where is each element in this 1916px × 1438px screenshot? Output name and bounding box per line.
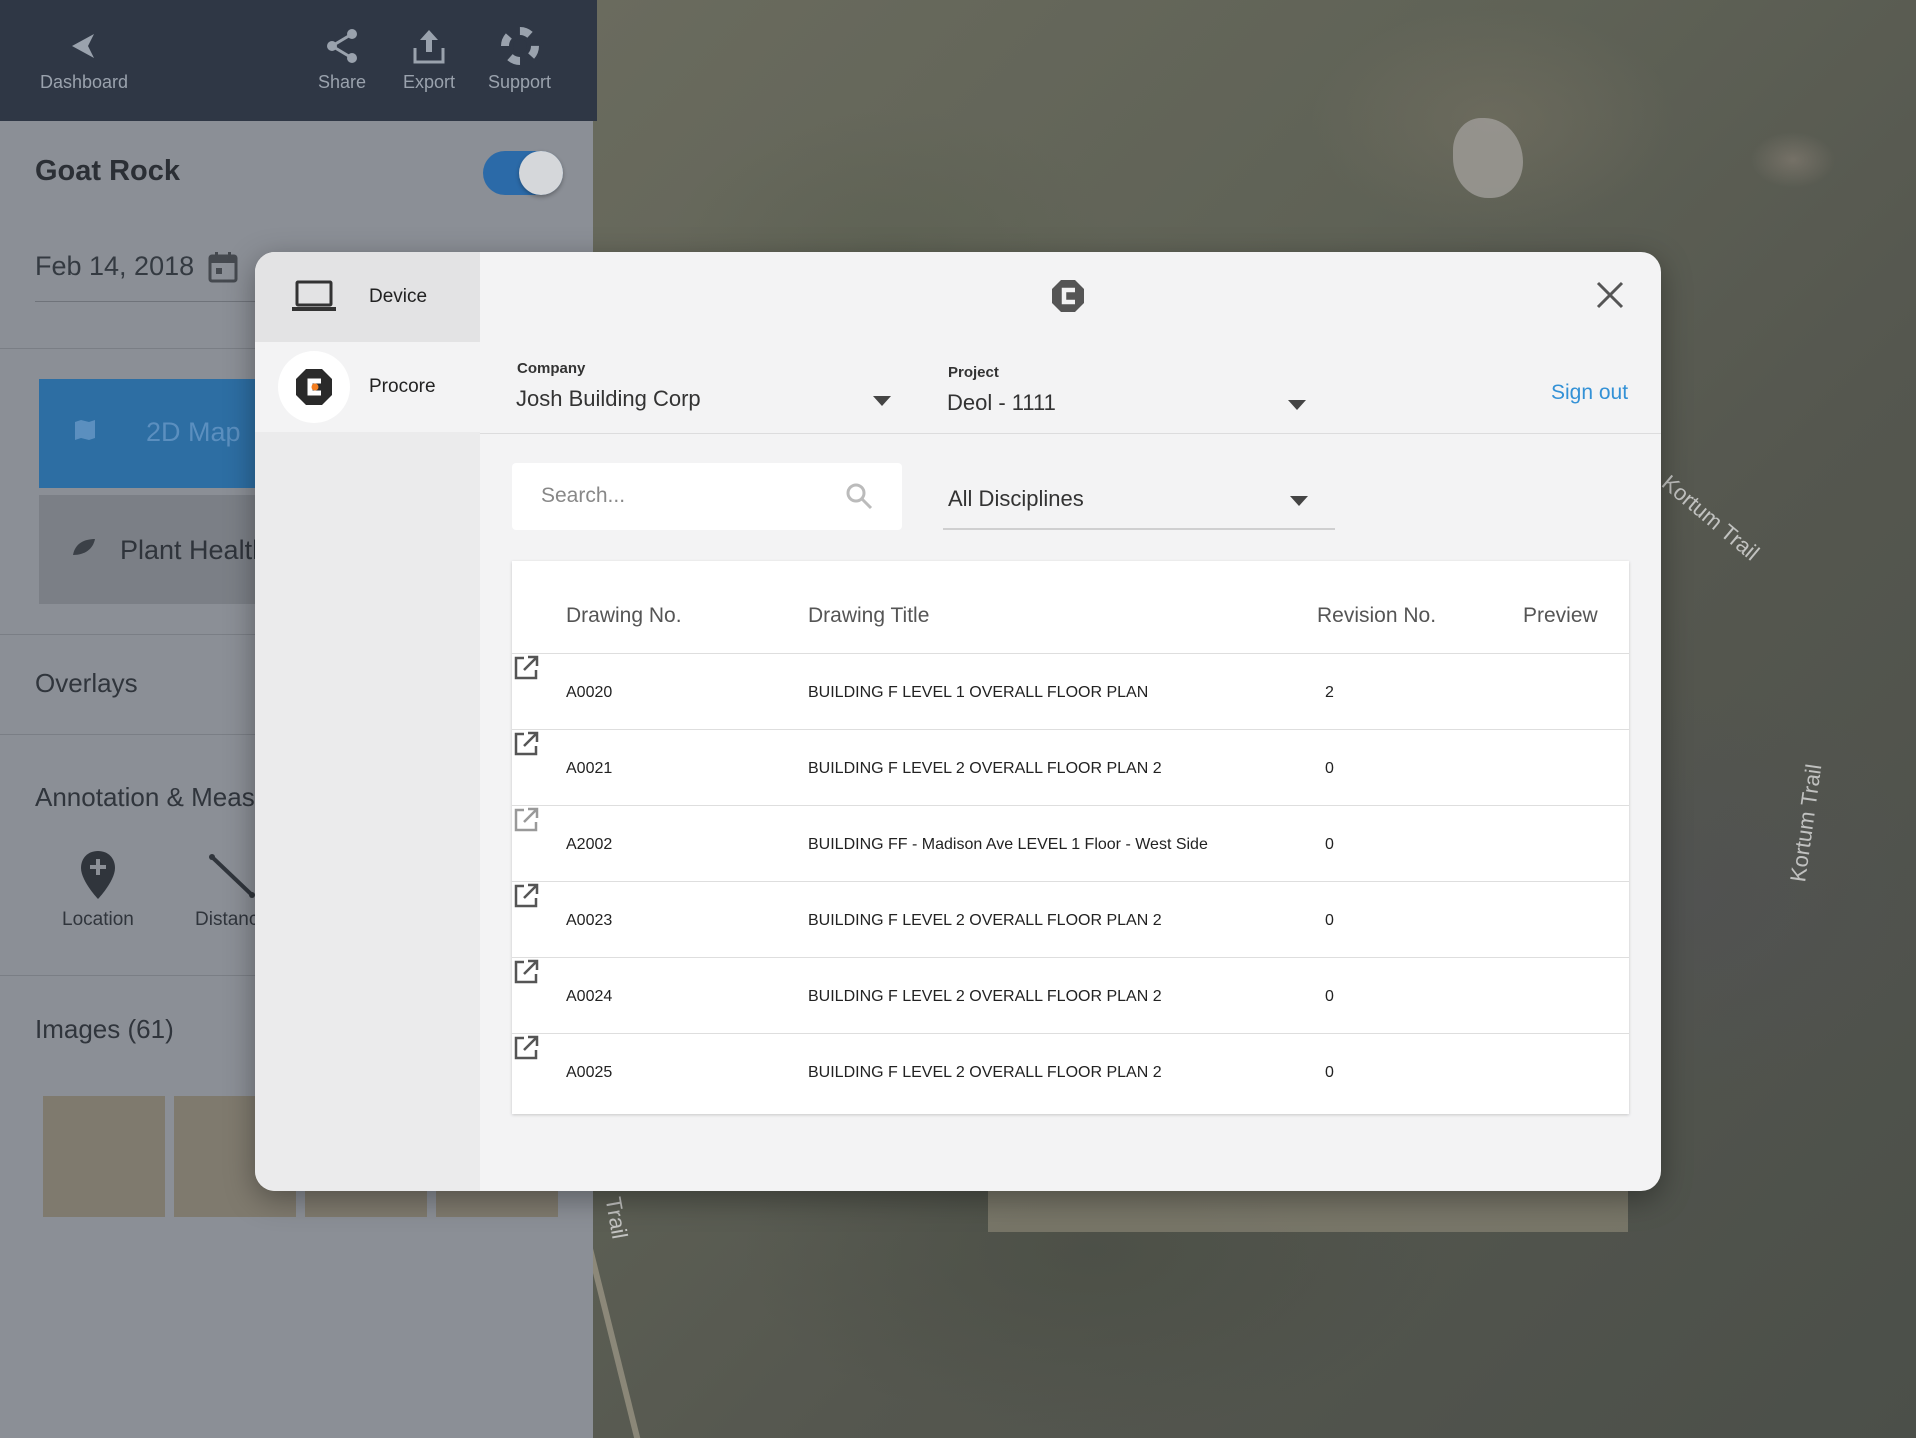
share-label: Share: [318, 72, 367, 92]
drawing-number: A0020: [566, 684, 613, 701]
drawing-title: BUILDING F LEVEL 1 OVERALL FLOOR PLAN: [808, 684, 1149, 701]
drawing-number: A2002: [566, 836, 613, 853]
location-tool-button[interactable]: Location: [62, 849, 134, 931]
revision-number: 0: [1325, 1064, 1334, 1081]
procore-logo-icon: [1052, 280, 1084, 312]
capture-date[interactable]: Feb 14, 2018: [35, 251, 194, 282]
tool-label: Location: [62, 909, 134, 930]
column-header-drawing-title[interactable]: Drawing Title: [808, 604, 929, 628]
drawing-title: BUILDING F LEVEL 2 OVERALL FLOOR PLAN 2: [808, 760, 1162, 777]
drawing-title: BUILDING F LEVEL 2 OVERALL FLOOR PLAN 2: [808, 988, 1162, 1005]
source-procore-tab[interactable]: Procore: [255, 342, 480, 432]
location-pin-icon: [80, 851, 115, 899]
column-header-preview: Preview: [1523, 604, 1598, 627]
table-row[interactable]: A0023 BUILDING F LEVEL 2 OVERALL FLOOR P…: [512, 881, 1629, 957]
open-external-icon[interactable]: [512, 958, 540, 986]
open-external-icon[interactable]: [512, 1034, 540, 1062]
share-button[interactable]: Share: [318, 26, 366, 93]
drawing-number: A0025: [566, 1064, 613, 1081]
map-trail-label: Kortum Trail: [1657, 469, 1765, 566]
close-icon[interactable]: [1595, 280, 1625, 310]
images-heading[interactable]: Images (61): [35, 1014, 174, 1045]
calendar-icon[interactable]: [208, 251, 238, 283]
revision-number: 0: [1325, 988, 1334, 1005]
mode-2d-map-button[interactable]: 2D Map: [39, 379, 289, 488]
overlays-heading[interactable]: Overlays: [35, 668, 138, 699]
drawing-number: A0024: [566, 988, 613, 1005]
search-input[interactable]: Search...: [512, 463, 902, 530]
top-toolbar: Dashboard Share Export Support: [0, 0, 597, 121]
back-arrow-icon: [72, 34, 95, 58]
ruler-icon: [208, 854, 255, 898]
source-sidebar: Device Procore: [255, 252, 480, 1191]
mode-plant-health-button[interactable]: Plant Health: [39, 495, 289, 604]
sign-out-link[interactable]: Sign out: [1551, 381, 1628, 405]
map-trail-label: Trail: [600, 1195, 633, 1241]
chevron-down-icon: [873, 396, 891, 406]
drawing-title: BUILDING F LEVEL 2 OVERALL FLOOR PLAN 2: [808, 912, 1162, 929]
source-label: Procore: [369, 376, 436, 397]
leaf-icon: [73, 539, 95, 555]
procore-logo-icon: [278, 351, 350, 423]
drawings-table: Drawing No. Drawing Title Revision No. P…: [512, 561, 1629, 1114]
dashboard-label: Dashboard: [40, 72, 129, 92]
import-drawing-modal: Device Procore Company Josh Building Cor…: [255, 252, 1661, 1191]
laptop-icon: [292, 280, 336, 311]
open-external-icon[interactable]: [512, 806, 540, 834]
open-external-icon[interactable]: [512, 654, 540, 682]
map-rock-feature: [1453, 118, 1523, 198]
revision-number: 0: [1325, 836, 1334, 853]
drawing-number: A0023: [566, 912, 613, 929]
table-row[interactable]: A2002 BUILDING FF - Madison Ave LEVEL 1 …: [512, 805, 1629, 881]
mode-label: Plant Health: [120, 535, 268, 565]
search-placeholder: Search...: [541, 484, 626, 507]
column-header-revision-no[interactable]: Revision No.: [1317, 604, 1436, 628]
export-icon: [413, 30, 445, 64]
revision-number: 0: [1325, 760, 1334, 777]
image-thumbnail[interactable]: [43, 1096, 165, 1217]
revision-number: 0: [1325, 912, 1334, 929]
column-header-drawing-no[interactable]: Drawing No.: [566, 604, 682, 628]
discipline-value: All Disciplines: [948, 486, 1084, 511]
company-value: Josh Building Corp: [516, 386, 701, 411]
table-row[interactable]: A0025 BUILDING F LEVEL 2 OVERALL FLOOR P…: [512, 1033, 1629, 1109]
support-label: Support: [488, 72, 552, 92]
source-label: Device: [369, 286, 428, 307]
map-trail-label: Kortum Trail: [1785, 762, 1827, 884]
source-device-tab[interactable]: Device: [255, 252, 480, 342]
search-icon: [846, 483, 873, 510]
drawing-title: BUILDING F LEVEL 2 OVERALL FLOOR PLAN 2: [808, 1064, 1162, 1081]
chevron-down-icon: [1288, 400, 1306, 410]
project-label: Project: [948, 364, 999, 381]
open-external-icon[interactable]: [512, 882, 540, 910]
table-row[interactable]: A0024 BUILDING F LEVEL 2 OVERALL FLOOR P…: [512, 957, 1629, 1033]
dashboard-button[interactable]: Dashboard: [40, 26, 128, 93]
site-title: Goat Rock: [35, 155, 181, 187]
map-icon: [75, 420, 95, 440]
open-external-icon[interactable]: [512, 730, 540, 758]
company-label: Company: [517, 360, 586, 377]
map-trail-line: [585, 1242, 643, 1438]
share-icon: [327, 29, 358, 63]
lifebuoy-icon: [500, 27, 539, 65]
table-row[interactable]: A0021 BUILDING F LEVEL 2 OVERALL FLOOR P…: [512, 729, 1629, 805]
date-underline: [35, 301, 265, 302]
revision-number: 2: [1325, 684, 1334, 701]
discipline-select[interactable]: All Disciplines: [943, 463, 1335, 530]
drawing-title: BUILDING FF - Madison Ave LEVEL 1 Floor …: [808, 836, 1208, 853]
export-button[interactable]: Export: [403, 26, 455, 93]
table-row[interactable]: A0020 BUILDING F LEVEL 1 OVERALL FLOOR P…: [512, 653, 1629, 729]
toggle-knob: [519, 151, 563, 195]
mode-label: 2D Map: [146, 417, 241, 447]
drawing-number: A0021: [566, 760, 613, 777]
project-value: Deol - 1111: [947, 390, 1056, 415]
chevron-down-icon: [1290, 496, 1308, 506]
export-label: Export: [403, 72, 456, 92]
support-button[interactable]: Support: [488, 26, 551, 93]
header-divider: [480, 433, 1661, 434]
site-toggle[interactable]: [483, 151, 563, 195]
